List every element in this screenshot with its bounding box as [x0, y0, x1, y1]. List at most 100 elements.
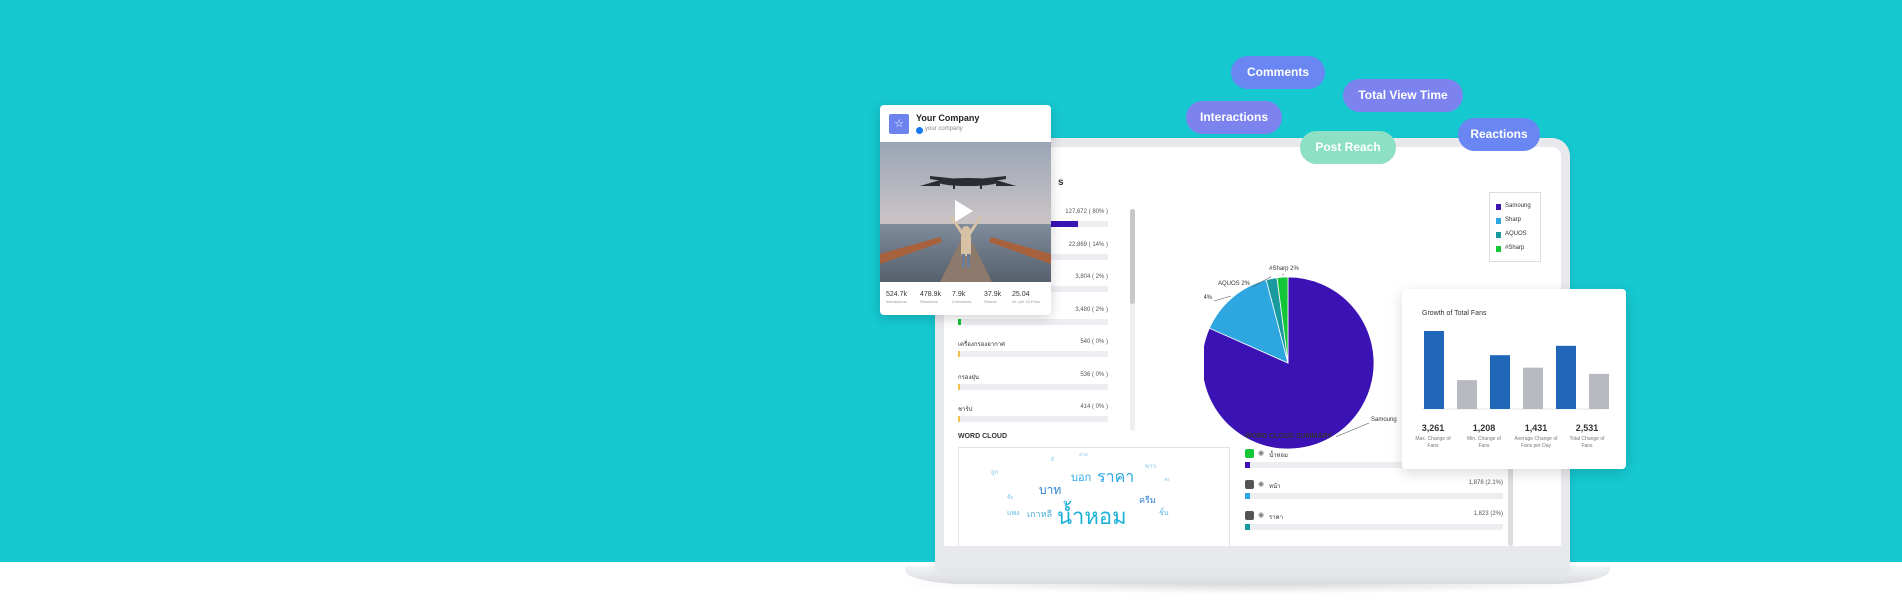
word-cloud-word[interactable]: ครีม: [1139, 496, 1156, 505]
total-view-time-pill: Total View Time: [1343, 79, 1463, 112]
ranking-bar-fill: [958, 416, 960, 422]
ranking-bar-fill: [958, 383, 960, 390]
growth-bar[interactable]: [1424, 331, 1444, 409]
growth-stat-total: 2,531 Total Change of Fans: [1564, 423, 1610, 450]
growth-bar[interactable]: [1490, 355, 1510, 409]
legend-swatch: [1496, 246, 1501, 252]
summary-row[interactable]: ◉ หน้า 1,878 (2.1%): [1245, 480, 1503, 510]
ranking-bar-track: [958, 351, 1108, 357]
word-cloud-word[interactable]: สวย: [1079, 453, 1088, 458]
summary-label: หน้า: [1269, 484, 1281, 490]
growth-stat-label: Average Change of Fans per Day: [1514, 436, 1558, 449]
summary-row[interactable]: ◉ ราคา 1,823 (2%): [1245, 511, 1503, 541]
comments-pill: Comments: [1231, 56, 1325, 89]
legend-label: AQUOS: [1505, 231, 1527, 237]
summary-bar-fill: [1245, 493, 1251, 499]
summary-value: 1,823 (2%): [1473, 511, 1503, 517]
ranking-value: 540 ( 0% ): [1080, 339, 1108, 345]
growth-stat-value: 1,431: [1524, 423, 1548, 433]
word-cloud-word[interactable]: น้ำหอม: [1057, 506, 1127, 528]
word-cloud: น้ำหอม ราคาบาท บอกครีมเกาหลี แพง ชิ้น ขาวถูกซ…: [958, 447, 1230, 546]
growth-bar[interactable]: [1523, 367, 1543, 409]
summary-label: น้ำหอม: [1269, 453, 1288, 459]
ranking-bar-fill: [958, 318, 961, 325]
post-stat-int-per-fans: 25.04 Int. per 1k Fans: [1012, 291, 1050, 304]
stat-value: 478.9k: [920, 291, 942, 298]
growth-stat-max: 3,261 Max. Change of Fans: [1410, 423, 1456, 450]
ranking-value: 536 ( 0% ): [1080, 371, 1108, 378]
growth-bar[interactable]: [1457, 380, 1477, 409]
growth-stat-label: Total Change of Fans: [1569, 436, 1605, 449]
ranking-value: 127,672 ( 80% ): [1065, 209, 1108, 215]
ranking-bar-track: [958, 383, 1108, 390]
stat-value: 7.9k: [952, 291, 966, 298]
word-cloud-title: WORD CLOUD: [958, 433, 1007, 440]
post-video-thumbnail[interactable]: [880, 142, 1051, 282]
pie-label-leader: [1213, 295, 1232, 302]
tag-icon: [1245, 449, 1254, 458]
growth-stat-value: 2,531: [1575, 423, 1599, 433]
interactions-pill: Interactions: [1186, 101, 1282, 134]
eye-icon[interactable]: ◉: [1258, 449, 1264, 457]
growth-stat-average: 1,431 Average Change of Fans per Day: [1513, 423, 1559, 450]
summary-bar-track: [1245, 493, 1503, 499]
eye-icon[interactable]: ◉: [1258, 511, 1264, 519]
post-reach-pill: Post Reach: [1300, 131, 1396, 164]
growth-bar[interactable]: [1556, 345, 1576, 409]
ranking-bar-track: [958, 416, 1108, 422]
ranking-value: 3,480 ( 2% ): [1075, 306, 1108, 313]
word-cloud-word[interactable]: บอก: [1071, 473, 1091, 484]
hero-banner: s 127,672 ( 80% ) 22,869 ( 14% ) 3,804 ( 2…: [0, 0, 1902, 602]
ranking-name: ชาร์ป: [958, 407, 973, 413]
ranking-row[interactable]: เครื่องกรองอากาศ 540 ( 0% ): [958, 339, 1108, 363]
summary-label: ราคา: [1269, 515, 1283, 521]
word-cloud-word[interactable]: เกาหลี: [1027, 510, 1052, 519]
star-icon: ☆: [889, 114, 909, 134]
ranking-bar-track: [958, 318, 1108, 325]
ranking-bar-fill: [958, 351, 960, 357]
eye-icon[interactable]: ◉: [1258, 480, 1264, 488]
word-cloud-word[interactable]: ส่ง: [1164, 478, 1170, 483]
ranking-name: กรองฝุ่น: [958, 374, 980, 381]
legend-label: #Sharp: [1505, 245, 1525, 251]
ranking-value: 22,869 ( 14% ): [1068, 241, 1108, 248]
play-icon[interactable]: [955, 200, 973, 222]
word-cloud-word[interactable]: ดี: [1051, 458, 1054, 463]
stat-label: Comments: [952, 299, 972, 304]
word-cloud-word[interactable]: ชิ้น: [1159, 510, 1169, 517]
reactions-pill: Reactions: [1458, 118, 1540, 151]
word-cloud-word[interactable]: ราคา: [1097, 470, 1134, 486]
growth-stat-min: 1,208 Min. Change of Fans: [1461, 423, 1507, 450]
ranking-value: 414 ( 0% ): [1080, 404, 1108, 410]
tag-icon: [1245, 480, 1254, 489]
post-handle: your company: [925, 126, 963, 132]
growth-card: Growth of Total Fans 3,261 Max. Change o…: [1402, 289, 1626, 469]
ranking-row[interactable]: ชาร์ป 414 ( 0% ): [958, 404, 1108, 428]
legend-label: Samoung: [1505, 203, 1531, 209]
post-card[interactable]: ☆ Your Company your company 524.7k Inter…: [880, 105, 1051, 315]
word-cloud-word[interactable]: บาท: [1039, 484, 1061, 496]
stat-value: 524.7k: [886, 291, 908, 298]
legend-swatch: [1496, 204, 1501, 210]
word-cloud-word[interactable]: ซื้อ: [1007, 496, 1013, 501]
growth-bar[interactable]: [1589, 373, 1609, 409]
summary-bar-fill: [1245, 524, 1251, 530]
word-cloud-word[interactable]: ขาว: [1145, 464, 1156, 470]
pie-label-leader: [1282, 273, 1285, 276]
word-cloud-word[interactable]: แพง: [1007, 510, 1020, 517]
pie-slice-label: Samoung: [1371, 417, 1397, 423]
facebook-icon: [916, 127, 923, 134]
ranking-scrollbar-thumb[interactable]: [1130, 209, 1135, 304]
growth-stat-value: 3,261: [1421, 423, 1445, 433]
word-cloud-word[interactable]: ถูก: [991, 470, 998, 476]
post-company-name: Your Company: [916, 113, 980, 123]
ranking-row[interactable]: กรองฝุ่น 536 ( 0% ): [958, 372, 1108, 396]
growth-stat-value: 1,208: [1472, 423, 1496, 433]
growth-stat-label: Min. Change of Fans: [1467, 436, 1501, 449]
pie-legend: Samoung Sharp AQUOS #Sharp: [1489, 192, 1541, 262]
stat-label: Reactions: [920, 299, 938, 304]
summary-value: 1,878 (2.1%): [1468, 480, 1503, 486]
summary-scrollbar[interactable]: [1508, 465, 1513, 546]
dashboard-title: s: [1058, 177, 1064, 188]
ranking-value: 3,804 ( 2% ): [1075, 274, 1108, 280]
